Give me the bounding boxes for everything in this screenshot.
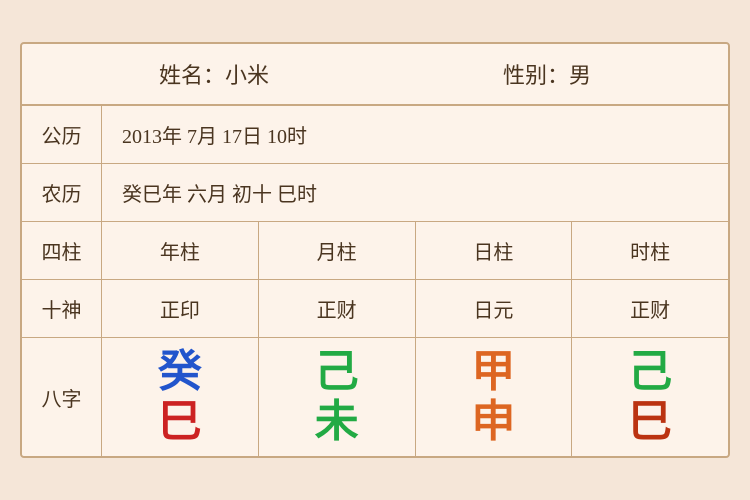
bazhi-row: 八字 癸 巳 己 未 甲 申 己 巳 [22, 338, 728, 456]
bazhi-label: 八字 [22, 338, 102, 456]
sizi-label: 四柱 [22, 222, 102, 279]
bazhi-cell-0: 癸 巳 [102, 338, 259, 456]
sizi-cell-3: 时柱 [572, 222, 728, 279]
shishen-cell-2: 日元 [416, 280, 573, 337]
shishen-cell-3: 正财 [572, 280, 728, 337]
header-row: 姓名：小米 性别：男 [22, 44, 728, 106]
sizi-row: 四柱 年柱 月柱 日柱 时柱 [22, 222, 728, 280]
shishen-cell-0: 正印 [102, 280, 259, 337]
bazhi-bottom-1: 未 [315, 400, 359, 444]
sizi-cells: 年柱 月柱 日柱 时柱 [102, 222, 728, 279]
gender-label: 性别：男 [503, 58, 591, 90]
bazi-card: 姓名：小米 性别：男 公历 2013年 7月 17日 10时 农历 癸巳年 六月… [20, 42, 730, 458]
shishen-cells: 正印 正财 日元 正财 [102, 280, 728, 337]
sizi-cell-1: 月柱 [259, 222, 416, 279]
gregorian-content: 2013年 7月 17日 10时 [102, 106, 728, 163]
name-label: 姓名：小米 [159, 58, 269, 90]
bazhi-top-0: 癸 [158, 350, 202, 394]
shishen-cell-1: 正财 [259, 280, 416, 337]
lunar-row: 农历 癸巳年 六月 初十 巳时 [22, 164, 728, 222]
bazhi-top-2: 甲 [471, 350, 515, 394]
sizi-cell-2: 日柱 [416, 222, 573, 279]
bazhi-bottom-0: 巳 [158, 400, 202, 444]
bazhi-bottom-2: 申 [471, 400, 515, 444]
lunar-content: 癸巳年 六月 初十 巳时 [102, 164, 728, 221]
bazhi-cell-3: 己 巳 [572, 338, 728, 456]
bazhi-bottom-3: 巳 [628, 400, 672, 444]
bazhi-cell-1: 己 未 [259, 338, 416, 456]
shishen-row: 十神 正印 正财 日元 正财 [22, 280, 728, 338]
gregorian-label: 公历 [22, 106, 102, 163]
shishen-label: 十神 [22, 280, 102, 337]
bazhi-top-1: 己 [315, 350, 359, 394]
lunar-label: 农历 [22, 164, 102, 221]
sizi-cell-0: 年柱 [102, 222, 259, 279]
bazhi-top-3: 己 [628, 350, 672, 394]
gregorian-row: 公历 2013年 7月 17日 10时 [22, 106, 728, 164]
bazhi-cells: 癸 巳 己 未 甲 申 己 巳 [102, 338, 728, 456]
bazhi-cell-2: 甲 申 [416, 338, 573, 456]
